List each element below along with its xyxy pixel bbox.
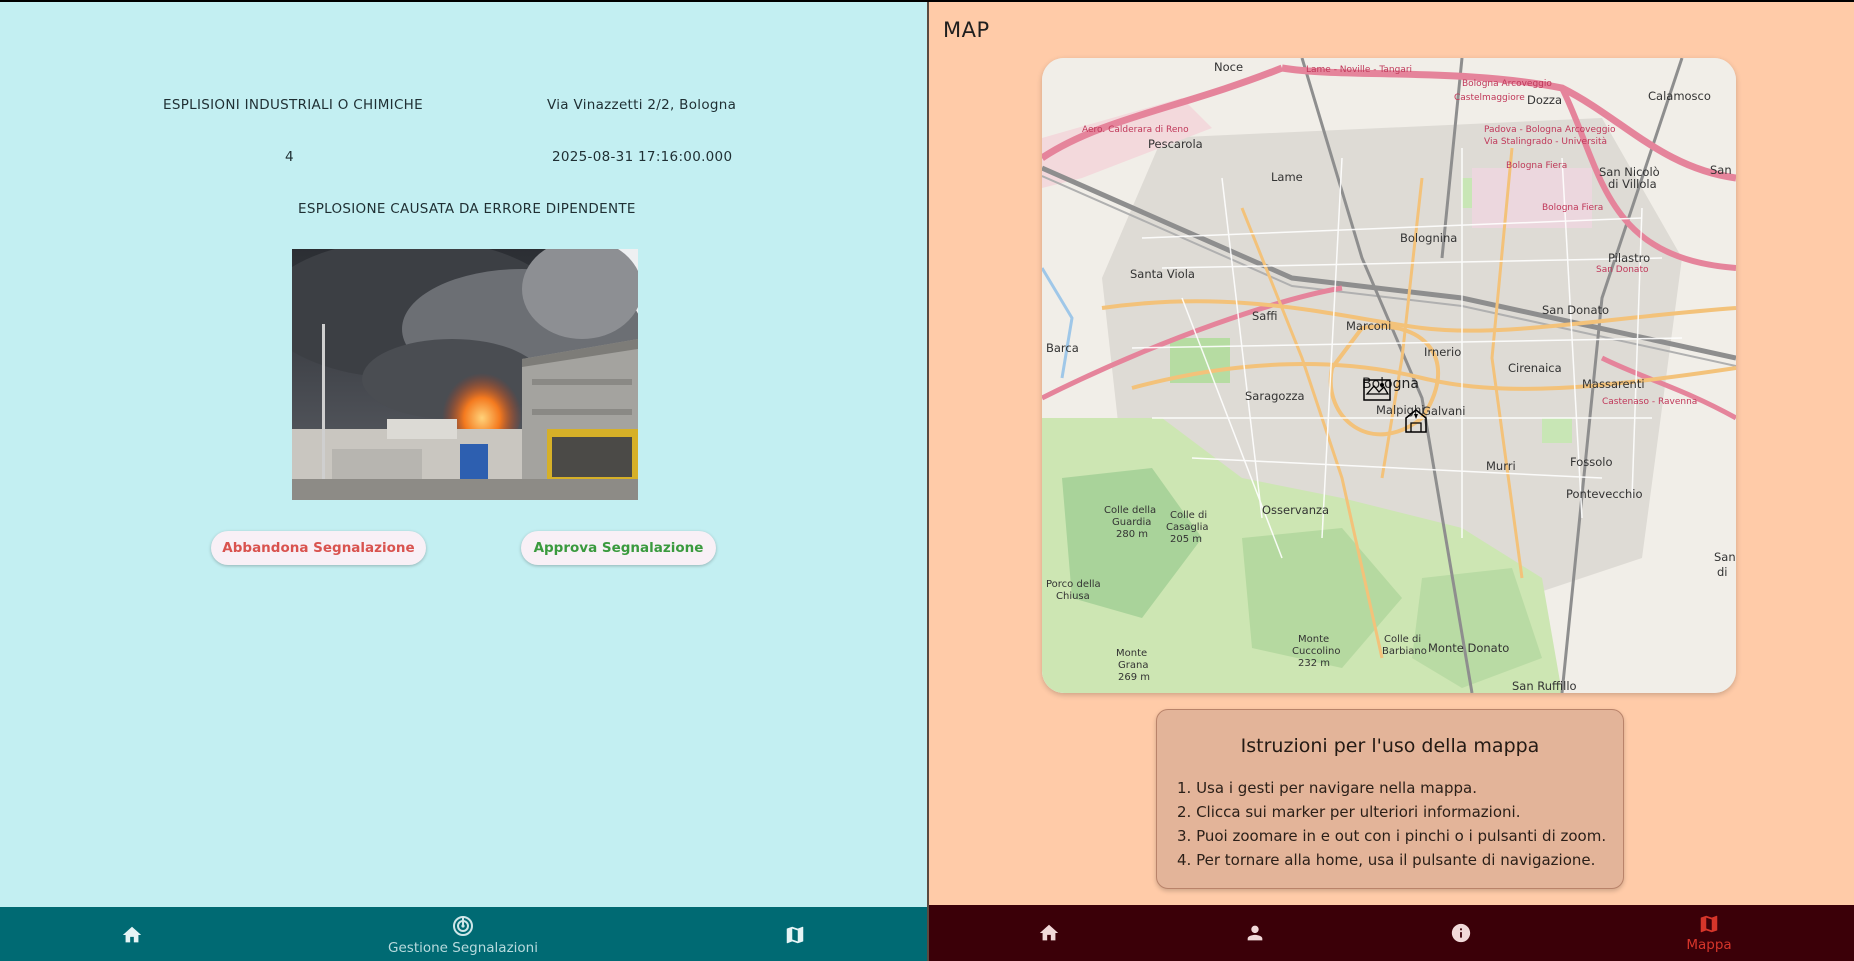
svg-text:di Villola: di Villola — [1608, 177, 1657, 191]
svg-text:San: San — [1714, 550, 1736, 564]
svg-text:Murri: Murri — [1486, 459, 1516, 473]
svg-text:Monte: Monte — [1298, 634, 1329, 645]
nav-map-label: Mappa — [1686, 937, 1732, 953]
bottom-navigation: Gestione Segnalazioni — [0, 907, 927, 961]
page-title: MAP — [943, 18, 990, 42]
svg-text:Galvani: Galvani — [1422, 404, 1466, 418]
svg-text:Fossolo: Fossolo — [1570, 455, 1613, 469]
map-icon — [786, 926, 804, 944]
svg-text:Monte Donato: Monte Donato — [1428, 641, 1509, 655]
instruction-item: 1. Usa i gesti per navigare nella mappa. — [1177, 779, 1477, 797]
svg-text:Guardia: Guardia — [1112, 517, 1151, 528]
report-id: 4 — [285, 149, 294, 165]
info-icon — [1451, 923, 1471, 943]
report-category: ESPLISIONI INDUSTRIALI O CHIMICHE — [163, 97, 423, 113]
svg-text:Noce: Noce — [1214, 60, 1243, 74]
svg-text:Saragozza: Saragozza — [1245, 389, 1305, 403]
svg-text:Via Stalingrado - Università: Via Stalingrado - Università — [1484, 137, 1607, 147]
svg-text:Casaglia: Casaglia — [1166, 522, 1208, 533]
instructions-title: Istruzioni per l'uso della mappa — [1240, 735, 1540, 757]
instruction-item: 4. Per tornare alla home, usa il pulsant… — [1177, 851, 1596, 869]
abandon-report-button[interactable]: Abbandona Segnalazione — [211, 531, 426, 565]
svg-text:Bologna Arcoveggio: Bologna Arcoveggio — [1462, 79, 1552, 89]
svg-text:Chiusa: Chiusa — [1056, 591, 1090, 602]
svg-text:Massarenti: Massarenti — [1582, 377, 1645, 391]
svg-text:Barca: Barca — [1046, 341, 1079, 355]
svg-text:Saffi: Saffi — [1252, 309, 1277, 323]
svg-text:San Ruffillo: San Ruffillo — [1512, 679, 1577, 693]
home-icon — [122, 926, 142, 943]
svg-text:Dozza: Dozza — [1527, 93, 1562, 107]
svg-text:San Donato: San Donato — [1542, 303, 1609, 317]
svg-text:Aero. Calderara di Reno: Aero. Calderara di Reno — [1082, 125, 1189, 135]
report-photo — [292, 249, 638, 500]
svg-text:Bologna Fiera: Bologna Fiera — [1542, 203, 1603, 213]
svg-text:Porco della: Porco della — [1046, 579, 1101, 590]
instructions-list: 1. Usa i gesti per navigare nella mappa.… — [1177, 776, 1606, 872]
svg-text:San Donato: San Donato — [1596, 265, 1649, 275]
svg-text:Monte: Monte — [1116, 648, 1147, 659]
report-detail-panel: ESPLISIONI INDUSTRIALI O CHIMICHE Via Vi… — [0, 2, 927, 961]
nav-map[interactable]: Mappa — [1669, 905, 1749, 961]
svg-text:Castelmaggiore: Castelmaggiore — [1454, 93, 1525, 103]
svg-text:269 m: 269 m — [1118, 672, 1150, 683]
svg-text:280 m: 280 m — [1116, 529, 1148, 540]
nav-report-management-label: Gestione Segnalazioni — [388, 940, 538, 956]
svg-text:Castenaso - Ravenna: Castenaso - Ravenna — [1602, 397, 1697, 407]
svg-text:Grana: Grana — [1118, 660, 1148, 671]
svg-text:Pescarola: Pescarola — [1148, 137, 1203, 151]
svg-text:Bologna Fiera: Bologna Fiera — [1506, 161, 1567, 171]
map-panel: MAP Noce Pescarola Lame Bolognina Santa … — [929, 2, 1854, 961]
nav-info[interactable] — [1441, 905, 1481, 961]
svg-text:Bolognina: Bolognina — [1400, 231, 1457, 245]
svg-text:Colle di: Colle di — [1170, 510, 1207, 521]
svg-text:Colle di: Colle di — [1384, 634, 1421, 645]
svg-text:Santa Viola: Santa Viola — [1130, 267, 1195, 281]
svg-text:Barbiano: Barbiano — [1382, 646, 1427, 657]
nav-map[interactable] — [775, 907, 815, 961]
report-datetime: 2025-08-31 17:16:00.000 — [552, 149, 733, 165]
svg-text:Cirenaica: Cirenaica — [1508, 361, 1562, 375]
svg-text:Irnerio: Irnerio — [1424, 345, 1461, 359]
bottom-navigation: Mappa — [929, 905, 1854, 961]
nav-home[interactable] — [112, 907, 152, 961]
radar-icon — [453, 916, 473, 936]
instruction-item: 3. Puoi zoomare in e out con i pinchi o … — [1177, 827, 1607, 845]
svg-text:Cuccolino: Cuccolino — [1292, 646, 1340, 657]
svg-text:Osservanza: Osservanza — [1262, 503, 1329, 517]
nav-home[interactable] — [1029, 905, 1069, 961]
report-address: Via Vinazzetti 2/2, Bologna — [547, 97, 737, 113]
svg-text:232 m: 232 m — [1298, 658, 1330, 669]
home-icon — [1039, 924, 1059, 941]
svg-text:Marconi: Marconi — [1346, 319, 1391, 333]
approve-report-button[interactable]: Approva Segnalazione — [521, 531, 716, 565]
svg-text:Pontevecchio: Pontevecchio — [1566, 487, 1642, 501]
nav-report-management[interactable]: Gestione Segnalazioni — [380, 907, 546, 961]
nav-profile[interactable] — [1235, 905, 1275, 961]
svg-text:Lame - Noville - Tangari: Lame - Noville - Tangari — [1306, 65, 1412, 75]
svg-text:Calamosco: Calamosco — [1648, 89, 1711, 103]
svg-text:Pilastro: Pilastro — [1608, 251, 1650, 265]
person-icon — [1247, 925, 1263, 941]
svg-text:Colle della: Colle della — [1104, 505, 1156, 516]
map-instructions-card: Istruzioni per l'uso della mappa 1. Usa … — [1156, 709, 1624, 889]
svg-text:San Si: San Si — [1710, 163, 1736, 177]
svg-text:Padova - Bologna Arcoveggio: Padova - Bologna Arcoveggio — [1484, 125, 1616, 135]
svg-text:205 m: 205 m — [1170, 534, 1202, 545]
map-icon — [1700, 915, 1718, 933]
report-description: ESPLOSIONE CAUSATA DA ERRORE DIPENDENTE — [298, 201, 636, 217]
instruction-item: 2. Clicca sui marker per ulteriori infor… — [1177, 803, 1521, 821]
svg-text:Lame: Lame — [1271, 170, 1303, 184]
svg-text:di: di — [1717, 565, 1728, 579]
map-view[interactable]: Noce Pescarola Lame Bolognina Santa Viol… — [1042, 58, 1736, 693]
